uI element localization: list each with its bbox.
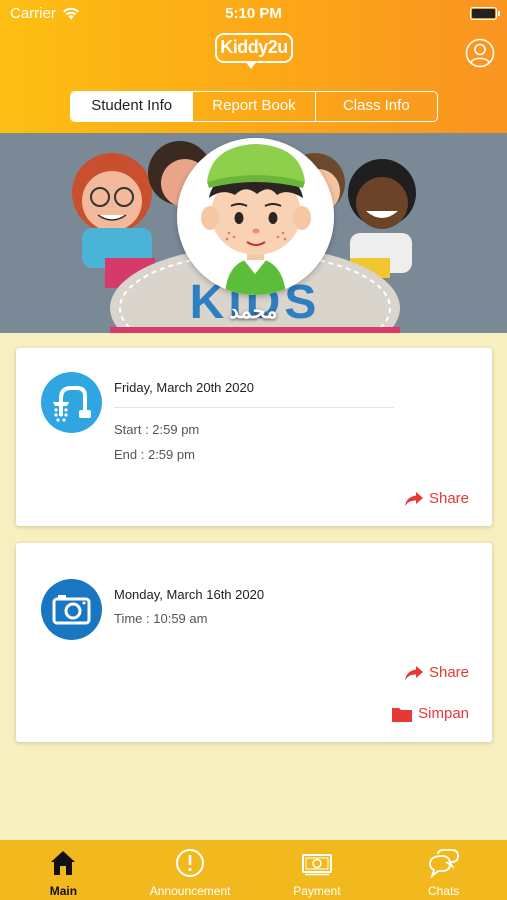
tab-label: Main	[49, 884, 78, 898]
tab-label: Payment	[293, 884, 341, 898]
logo-text: Kiddy2u	[215, 33, 293, 63]
status-time: 5:10 PM	[225, 5, 282, 22]
activity-card: Monday, March 16th 2020 Time : 10:59 am …	[16, 543, 492, 742]
share-button[interactable]: Share	[404, 664, 469, 681]
divider	[114, 407, 394, 408]
activity-time: Time : 10:59 am	[114, 611, 208, 626]
tab-chats[interactable]: Chats	[380, 840, 507, 900]
activity-date: Friday, March 20th 2020	[114, 380, 254, 395]
share-label: Share	[428, 664, 469, 681]
activity-start-time: Start : 2:59 pm	[114, 422, 200, 437]
bottom-tab-bar: Main Announcement Payment Chats	[0, 840, 507, 900]
alert-icon	[176, 849, 205, 877]
cash-icon	[301, 854, 332, 876]
status-bar: Carrier 5:10 PM	[0, 0, 507, 28]
boy-avatar-icon	[177, 138, 334, 295]
camera-icon	[41, 579, 102, 640]
share-arrow-icon	[404, 491, 423, 506]
tab-report-book[interactable]: Report Book	[192, 92, 314, 121]
student-banner: KIDS محمد	[0, 133, 507, 333]
folder-icon	[392, 707, 413, 722]
battery-icon	[470, 7, 500, 20]
info-tab-switcher: Student Info Report Book Class Info	[70, 91, 438, 122]
shower-icon	[41, 372, 102, 433]
app-header: Carrier 5:10 PM Kiddy2u Student Info Rep…	[0, 0, 507, 133]
profile-icon[interactable]	[465, 38, 495, 68]
student-name: محمد	[229, 300, 278, 323]
student-avatar	[177, 138, 334, 295]
chat-icon	[428, 849, 459, 878]
activity-date: Monday, March 16th 2020	[114, 587, 265, 602]
app-logo: Kiddy2u	[215, 28, 293, 72]
activity-end-time: End : 2:59 pm	[114, 447, 195, 462]
save-label: Simpan	[418, 705, 469, 722]
share-arrow-icon	[404, 665, 423, 680]
tab-announcement[interactable]: Announcement	[127, 840, 254, 900]
home-icon	[51, 851, 76, 875]
save-button[interactable]: Simpan	[392, 705, 469, 722]
tab-class-info[interactable]: Class Info	[314, 92, 437, 121]
share-label: Share	[428, 490, 469, 507]
tab-main[interactable]: Main	[0, 840, 127, 900]
share-button[interactable]: Share	[404, 490, 469, 507]
tab-student-info[interactable]: Student Info	[71, 92, 193, 121]
tab-label: Announcement	[149, 884, 231, 898]
tab-payment[interactable]: Payment	[254, 840, 381, 900]
activity-card: Friday, March 20th 2020 Start : 2:59 pm …	[16, 348, 492, 526]
tab-label: Chats	[427, 884, 460, 898]
